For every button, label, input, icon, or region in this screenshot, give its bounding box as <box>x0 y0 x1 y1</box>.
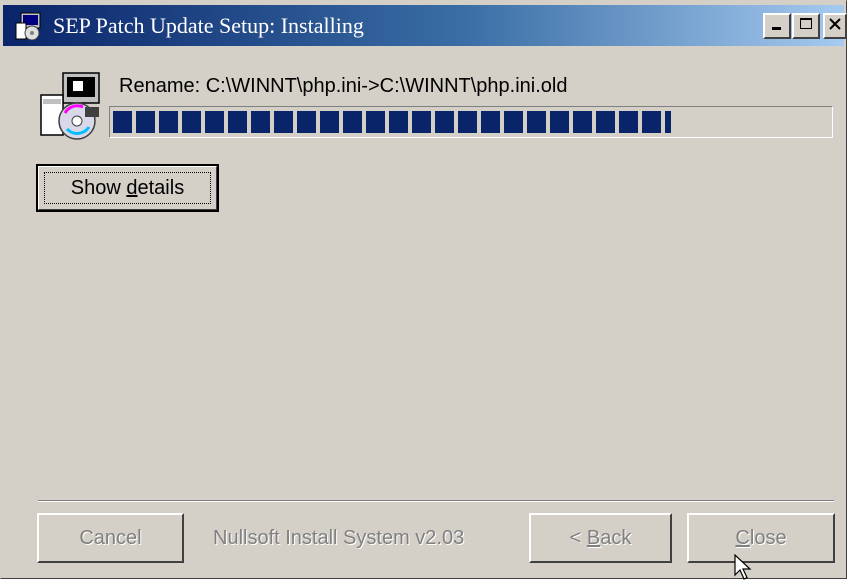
close-window-button[interactable] <box>823 13 847 39</box>
progress-bar <box>109 106 833 138</box>
installer-window: SEP Patch Update Setup: Installing Renam… <box>0 0 847 580</box>
installer-app-icon <box>13 11 43 41</box>
minimize-button[interactable] <box>763 13 791 39</box>
status-text: Rename: C:\WINNT\php.ini->C:\WINNT\php.i… <box>119 75 568 97</box>
maximize-icon <box>799 17 813 36</box>
back-label: < Back <box>569 526 632 549</box>
show-details-button[interactable]: Show details <box>36 164 219 212</box>
back-button[interactable]: < Back <box>529 513 672 563</box>
close-icon <box>828 17 842 36</box>
mouse-pointer-icon <box>734 553 754 580</box>
close-button[interactable]: Close <box>687 513 835 563</box>
title-bar[interactable]: SEP Patch Update Setup: Installing <box>3 5 847 46</box>
installer-disc-icon <box>37 71 103 143</box>
branding-text: Nullsoft Install System v2.03 <box>213 527 465 549</box>
maximize-button[interactable] <box>792 13 820 39</box>
window-title: SEP Patch Update Setup: Installing <box>53 13 364 38</box>
cancel-button[interactable]: Cancel <box>37 513 184 563</box>
minimize-icon <box>770 17 784 36</box>
focus-rectangle <box>44 172 211 204</box>
close-label: Close <box>735 526 787 549</box>
progress-fill <box>113 111 672 133</box>
footer-separator <box>38 500 834 502</box>
cancel-label: Cancel <box>79 526 142 549</box>
